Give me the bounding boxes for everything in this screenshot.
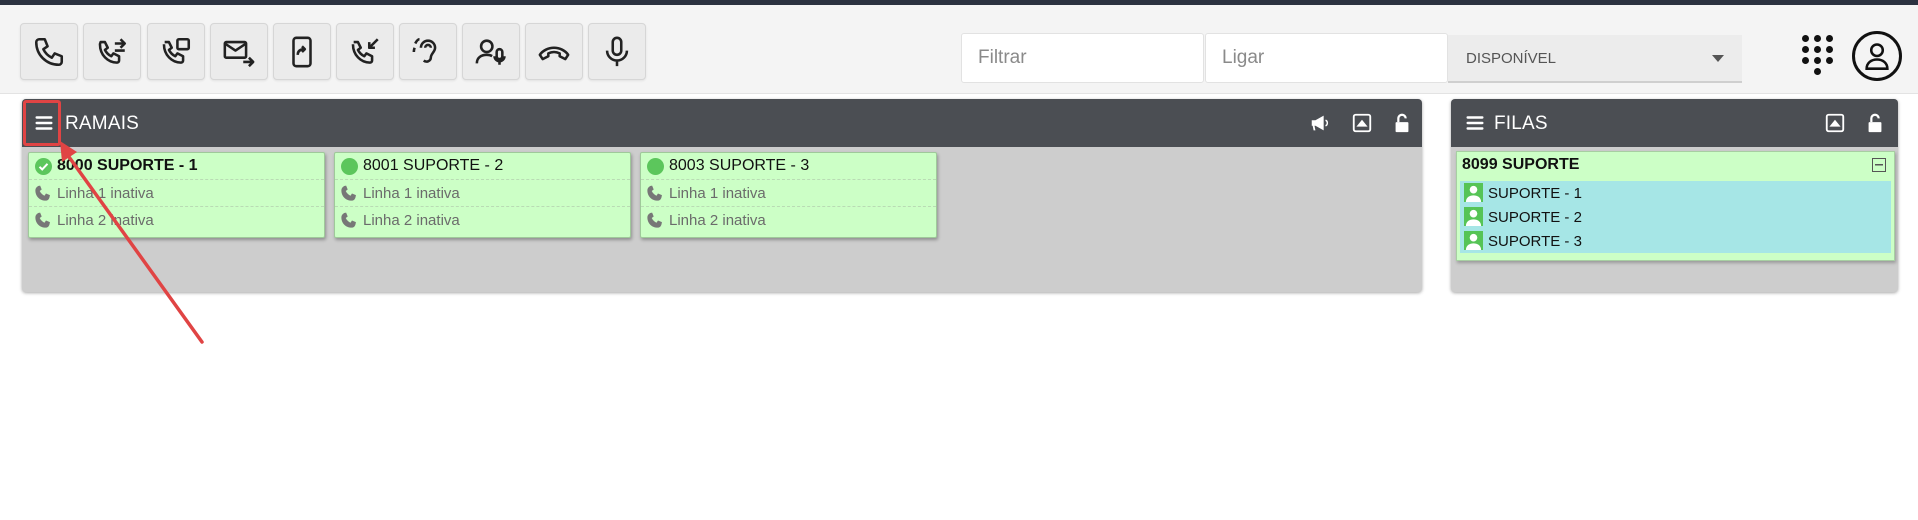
unlock-icon[interactable] xyxy=(1864,112,1886,134)
extension-card[interactable]: 8000 SUPORTE - 1 Linha 1 inativa Linha 2… xyxy=(28,152,325,238)
queue-agent-label: SUPORTE - 2 xyxy=(1488,208,1582,226)
expand-up-icon[interactable] xyxy=(1824,112,1846,134)
user-avatar-icon[interactable] xyxy=(1852,31,1902,81)
call-button[interactable] xyxy=(20,23,78,80)
hangup-icon xyxy=(538,45,570,60)
phone-icon xyxy=(35,185,50,201)
extension-title-row: 8000 SUPORTE - 1 xyxy=(29,153,324,180)
ramais-panel: RAMAIS 8000 SUPORTE - 1 Linha 1 inativa … xyxy=(22,99,1422,292)
listen-button[interactable] xyxy=(399,23,457,80)
status-select[interactable]: DISPONÍVEL xyxy=(1448,35,1742,83)
filas-panel: FILAS 8099 SUPORTE SUPORTE - 1 SUPORTE -… xyxy=(1451,99,1898,292)
extension-title-row: 8003 SUPORTE - 3 xyxy=(641,153,936,180)
extension-card[interactable]: 8003 SUPORTE - 3 Linha 1 inativa Linha 2… xyxy=(640,152,937,238)
dial-input[interactable] xyxy=(1205,33,1448,83)
phone-icon xyxy=(35,212,50,228)
queue-card[interactable]: 8099 SUPORTE SUPORTE - 1 SUPORTE - 2 SUP… xyxy=(1456,151,1895,261)
online-status-icon xyxy=(341,158,358,175)
filter-input[interactable] xyxy=(961,33,1204,83)
listen-icon xyxy=(412,37,437,63)
extension-line-row: Linha 1 inativa xyxy=(641,180,936,207)
queue-agent-item[interactable]: SUPORTE - 3 xyxy=(1460,229,1891,253)
mobile-forward-icon xyxy=(292,36,312,67)
incoming-call-icon xyxy=(351,37,379,64)
ramais-header: RAMAIS xyxy=(22,99,1422,147)
queue-agent-list: SUPORTE - 1 SUPORTE - 2 SUPORTE - 3 xyxy=(1460,181,1891,253)
phone-icon xyxy=(341,185,356,201)
dialpad-icon[interactable] xyxy=(1802,35,1838,79)
extension-line-row: Linha 2 inativa xyxy=(29,207,324,233)
agent-user-icon xyxy=(1464,207,1483,226)
filas-header: FILAS xyxy=(1451,99,1898,147)
extension-line-row: Linha 1 inativa xyxy=(335,180,630,207)
collapse-icon[interactable] xyxy=(1872,158,1886,172)
call-icon xyxy=(34,37,64,66)
phone-icon xyxy=(647,212,662,228)
online-check-icon xyxy=(35,158,52,175)
extension-line-row: Linha 2 inativa xyxy=(641,207,936,233)
queue-title: 8099 SUPORTE xyxy=(1462,156,1580,173)
voicemail-forward-icon xyxy=(223,40,255,67)
voicemail-forward-button[interactable] xyxy=(210,23,268,80)
hangup-button[interactable] xyxy=(525,23,583,80)
incoming-call-button[interactable] xyxy=(336,23,394,80)
unlock-icon[interactable] xyxy=(1391,112,1413,134)
agent-user-icon xyxy=(1464,231,1483,250)
agent-user-icon xyxy=(1464,183,1483,202)
extension-title: 8000 SUPORTE - 1 xyxy=(57,157,198,174)
extension-title: 8001 SUPORTE - 2 xyxy=(363,157,504,174)
transfer-call-icon xyxy=(98,37,127,64)
extension-line-row: Linha 1 inativa xyxy=(29,180,324,207)
microphone-icon xyxy=(605,36,629,66)
phone-icon xyxy=(341,212,356,228)
expand-up-icon[interactable] xyxy=(1351,112,1373,134)
user-mic-icon xyxy=(475,38,506,65)
filas-title: FILAS xyxy=(1494,113,1548,134)
chevron-down-icon xyxy=(1712,54,1724,62)
attended-transfer-icon xyxy=(162,37,191,64)
ramais-title: RAMAIS xyxy=(65,113,140,134)
phone-icon xyxy=(647,185,662,201)
menu-icon[interactable] xyxy=(1464,112,1486,138)
transfer-call-button[interactable] xyxy=(83,23,141,80)
extension-card[interactable]: 8001 SUPORTE - 2 Linha 1 inativa Linha 2… xyxy=(334,152,631,238)
user-mic-button[interactable] xyxy=(462,23,520,80)
queue-agent-item[interactable]: SUPORTE - 1 xyxy=(1460,181,1891,205)
queue-agent-label: SUPORTE - 1 xyxy=(1488,184,1582,202)
attended-transfer-button[interactable] xyxy=(147,23,205,80)
annotation-highlight-box xyxy=(23,100,61,146)
extension-line-row: Linha 2 inativa xyxy=(335,207,630,233)
queue-agent-label: SUPORTE - 3 xyxy=(1488,232,1582,250)
extension-title: 8003 SUPORTE - 3 xyxy=(669,157,810,174)
megaphone-icon[interactable] xyxy=(1309,112,1331,134)
extension-title-row: 8001 SUPORTE - 2 xyxy=(335,153,630,180)
microphone-button[interactable] xyxy=(588,23,646,80)
mobile-forward-button[interactable] xyxy=(273,23,331,80)
status-select-value: DISPONÍVEL xyxy=(1466,49,1557,67)
queue-agent-item[interactable]: SUPORTE - 2 xyxy=(1460,205,1891,229)
toolbar: DISPONÍVEL xyxy=(0,5,1918,94)
online-status-icon xyxy=(647,158,664,175)
